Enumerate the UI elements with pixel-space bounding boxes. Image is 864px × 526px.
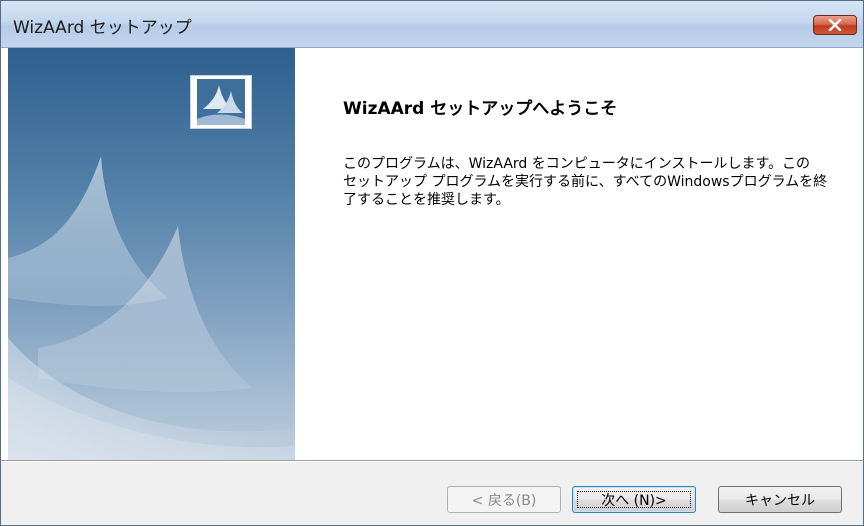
welcome-heading: WizAArd セットアップへようこそ: [343, 99, 618, 119]
button-bar: < 戻る(B) 次へ (N)> キャンセル: [1, 462, 863, 525]
description-line: 了することを推奨します。: [343, 192, 510, 208]
wizard-banner-image: [8, 48, 295, 460]
setup-wizard-icon: [190, 75, 252, 129]
description-line: このプログラムは、WizAArd をコンピュータにインストールします。この: [343, 156, 811, 172]
next-button[interactable]: 次へ (N)>: [572, 486, 696, 513]
next-button-label: 次へ (N)>: [601, 492, 667, 509]
welcome-description: このプログラムは、WizAArd をコンピュータにインストールします。この セッ…: [343, 155, 843, 209]
close-icon: [828, 19, 842, 31]
close-button[interactable]: [813, 15, 857, 35]
cancel-button[interactable]: キャンセル: [718, 486, 842, 513]
setup-window: WizAArd セットアップ WizAArd セットアップへようこそ このプログ…: [0, 0, 864, 526]
description-line: セットアップ プログラムを実行する前に、すべてのWindowsプログラムを終: [343, 174, 828, 190]
back-button[interactable]: < 戻る(B): [447, 486, 561, 513]
welcome-panel: WizAArd セットアップへようこそ このプログラムは、WizAArd をコン…: [295, 48, 863, 460]
window-title: WizAArd セットアップ: [13, 18, 192, 38]
title-bar[interactable]: WizAArd セットアップ: [1, 1, 863, 48]
